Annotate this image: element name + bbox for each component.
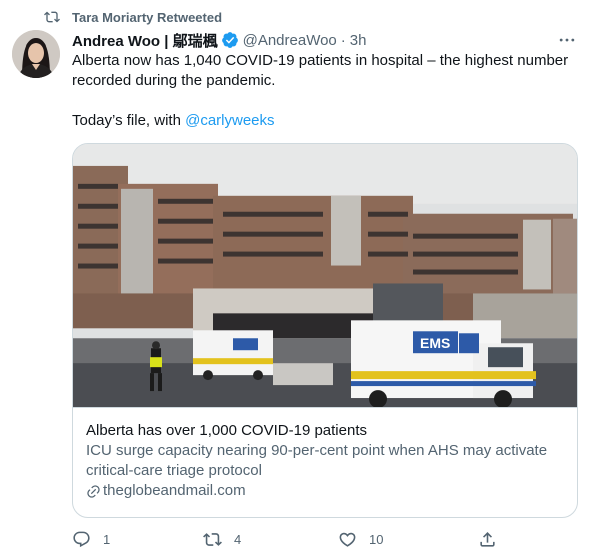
reply-count: 1 (103, 531, 111, 547)
retweet-button[interactable]: 4 (203, 526, 241, 552)
tweet-text: Alberta now has 1,040 COVID-19 patients … (72, 51, 577, 131)
retweet-banner-text[interactable]: Tara Moriarty Retweeted (72, 10, 222, 25)
mention-link[interactable]: @carlyweeks (185, 112, 274, 129)
tweet-header: Andrea Woo | 鄔瑞楓 @AndreaWoo · 3h (72, 30, 577, 50)
like-count: 10 (369, 531, 384, 547)
verified-icon (221, 32, 238, 48)
card-description: ICU surge capacity nearing 90-per-cent p… (86, 442, 548, 479)
reply-button[interactable]: 1 (72, 526, 110, 552)
card-title: Alberta has over 1,000 COVID-19 patients (86, 422, 367, 439)
author-handle[interactable]: @AndreaWoo (243, 32, 337, 49)
avatar[interactable] (12, 30, 60, 78)
card-domain: theglobeandmail.com (86, 481, 565, 501)
link-preview-card[interactable]: EMS Alberta has over 1,000 COVID-19 pati… (72, 143, 578, 518)
share-icon (480, 531, 495, 547)
author-name[interactable]: Andrea Woo | 鄔瑞楓 (72, 30, 218, 51)
avatar-image (12, 30, 60, 78)
tweet-actions: 1 4 10 (72, 526, 502, 552)
retweet-banner[interactable]: Tara Moriarty Retweeted (44, 8, 222, 26)
retweet-count: 4 (234, 531, 242, 547)
share-button[interactable] (478, 526, 497, 552)
link-icon (87, 484, 100, 498)
like-button[interactable]: 10 (338, 526, 383, 552)
card-body: Alberta has over 1,000 COVID-19 patients… (86, 421, 565, 501)
card-image[interactable]: EMS (73, 144, 578, 408)
more-icon[interactable] (557, 30, 577, 50)
like-icon (339, 532, 356, 547)
header-separator: · (340, 31, 346, 49)
ambulance-sign: EMS (420, 335, 450, 351)
retweet-icon (44, 11, 60, 23)
tweet-timestamp[interactable]: 3h (350, 32, 367, 49)
retweet-icon (203, 532, 222, 546)
reply-icon (73, 531, 90, 547)
card-domain-text: theglobeandmail.com (103, 482, 246, 499)
tweet-body-text: Alberta now has 1,040 COVID-19 patients … (72, 52, 569, 129)
